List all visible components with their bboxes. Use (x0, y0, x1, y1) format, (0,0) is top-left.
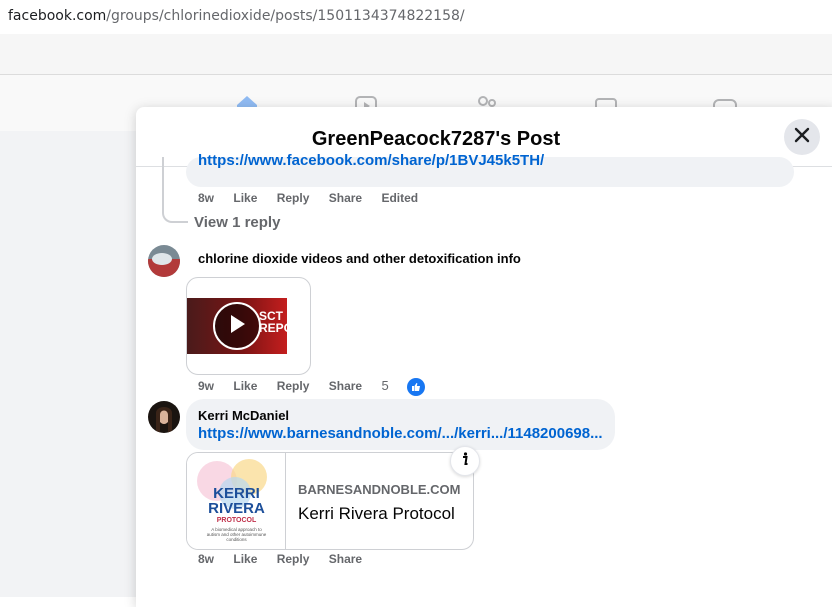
comment-link[interactable]: https://www.barnesandnoble.com/.../kerri… (198, 425, 603, 442)
share-button[interactable]: Share (329, 552, 362, 566)
comment-author[interactable]: Kerri McDaniel (198, 408, 289, 423)
comment-link[interactable]: https://www.facebook.com/share/p/1BVJ45k… (198, 152, 544, 169)
edited-label[interactable]: Edited (381, 191, 418, 205)
comment-actions: 8w Like Reply Share (198, 552, 378, 566)
url-path: /groups/chlorinedioxide/posts/1501134374… (106, 8, 465, 24)
card-domain: BARNESANDNOBLE.COM (298, 482, 461, 497)
book-title-line: PROTOCOL (216, 517, 257, 524)
book-subtitle: A biomedical approach to autism and othe… (206, 527, 267, 542)
comments-list[interactable]: https://www.facebook.com/share/p/1BVJ45k… (136, 152, 832, 607)
info-icon (460, 451, 470, 471)
avatar[interactable] (148, 245, 180, 277)
timestamp[interactable]: 8w (198, 191, 214, 205)
close-icon (793, 126, 811, 149)
comment-bubble: https://www.facebook.com/share/p/1BVJ45k… (186, 152, 794, 187)
comment-author[interactable]: chlorine dioxide videos and other detoxi… (198, 251, 521, 266)
link-preview-card[interactable]: KERRI RIVERA PROTOCOL A biomedical appro… (186, 452, 474, 550)
thumbs-up-icon (406, 378, 425, 396)
timestamp[interactable]: 9w (198, 379, 214, 393)
comment-actions: 9w Like Reply Share 5 (198, 378, 457, 396)
avatar[interactable] (148, 401, 180, 433)
info-button[interactable] (450, 446, 480, 476)
timestamp[interactable]: 8w (198, 552, 214, 566)
book-cover-thumbnail: KERRI RIVERA PROTOCOL A biomedical appro… (187, 453, 286, 549)
like-button[interactable]: Like (233, 379, 257, 393)
close-button[interactable] (784, 119, 820, 155)
play-icon (228, 314, 246, 339)
book-title: KERRI RIVERA (187, 485, 285, 517)
url-domain: facebook.com (8, 8, 107, 24)
book-title-line: RIVERA (208, 500, 265, 517)
play-button[interactable] (213, 302, 261, 350)
modal-title: GreenPeacock7287's Post (311, 128, 561, 150)
address-bar[interactable]: facebook.com/groups/chlorinedioxide/post… (0, 0, 832, 34)
share-button[interactable]: Share (329, 191, 362, 205)
like-button[interactable]: Like (233, 191, 257, 205)
reply-button[interactable]: Reply (277, 191, 310, 205)
video-attachment[interactable]: SCT REPORT (186, 277, 311, 375)
book-title-line: KERRI (213, 485, 260, 502)
browser-toolbar (0, 34, 832, 75)
thumbnail-text: SCT REPORT (259, 309, 310, 335)
share-button[interactable]: Share (329, 379, 362, 393)
comment-actions: 8w Like Reply Share Edited (198, 191, 434, 205)
post-modal: GreenPeacock7287's Post https://www.face… (136, 107, 832, 607)
like-button[interactable]: Like (233, 552, 257, 566)
reaction-number: 5 (381, 378, 389, 394)
thread-line (162, 157, 188, 223)
card-title: Kerri Rivera Protocol (298, 504, 455, 523)
comment-bubble: Kerri McDaniel https://www.barnesandnobl… (186, 399, 615, 450)
view-replies-button[interactable]: View 1 reply (194, 214, 280, 231)
reaction-count[interactable]: 5 (381, 378, 440, 396)
reply-button[interactable]: Reply (277, 379, 310, 393)
reply-button[interactable]: Reply (277, 552, 310, 566)
